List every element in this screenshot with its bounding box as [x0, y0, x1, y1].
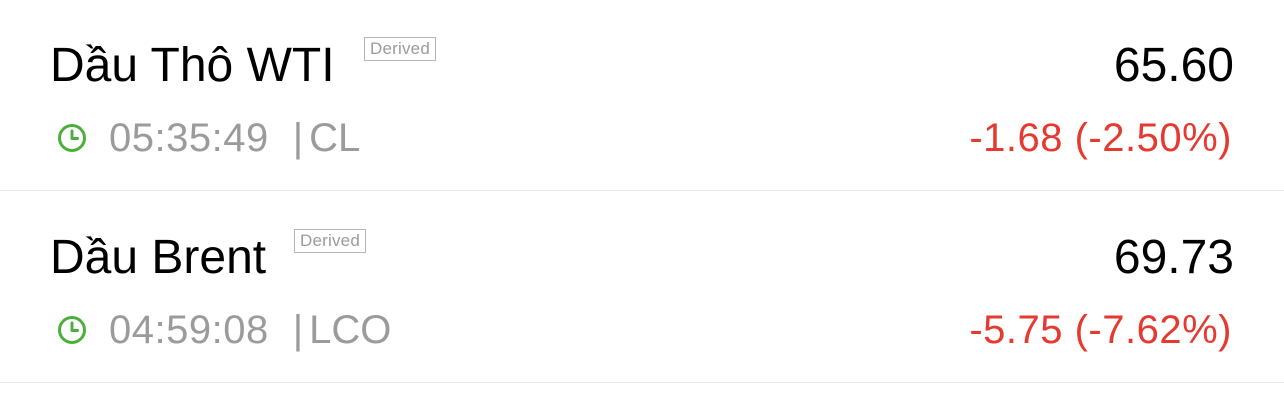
- quote-meta: 05:35:49 | CL: [56, 114, 360, 162]
- meta-separator: |: [292, 115, 304, 160]
- quote-meta: 04:59:08 | LCO: [56, 306, 391, 354]
- quote-row-brent[interactable]: Dầu Brent Derived 69.73 04:59:08 | LCO -…: [0, 192, 1284, 383]
- clock-icon: [58, 124, 86, 152]
- quote-list: Dầu Thô WTI Derived 65.60 05:35:49 | CL …: [0, 0, 1284, 417]
- derived-badge: Derived: [364, 37, 436, 61]
- last-price: 69.73: [1113, 231, 1234, 284]
- instrument-name: Dầu Thô WTI: [50, 39, 335, 92]
- quote-time: 05:35:49: [109, 115, 269, 160]
- instrument-code: LCO: [309, 307, 392, 352]
- price-change: -1.68 (-2.50%): [969, 116, 1232, 160]
- price-change: -5.75 (-7.62%): [969, 308, 1232, 352]
- last-price: 65.60: [1113, 39, 1234, 92]
- quote-time: 04:59:08: [109, 307, 269, 352]
- quote-row-wti[interactable]: Dầu Thô WTI Derived 65.60 05:35:49 | CL …: [0, 0, 1284, 191]
- derived-badge: Derived: [294, 229, 366, 253]
- instrument-name: Dầu Brent: [50, 231, 267, 284]
- instrument-code: CL: [309, 115, 361, 160]
- clock-icon: [58, 316, 86, 344]
- meta-separator: |: [292, 307, 304, 352]
